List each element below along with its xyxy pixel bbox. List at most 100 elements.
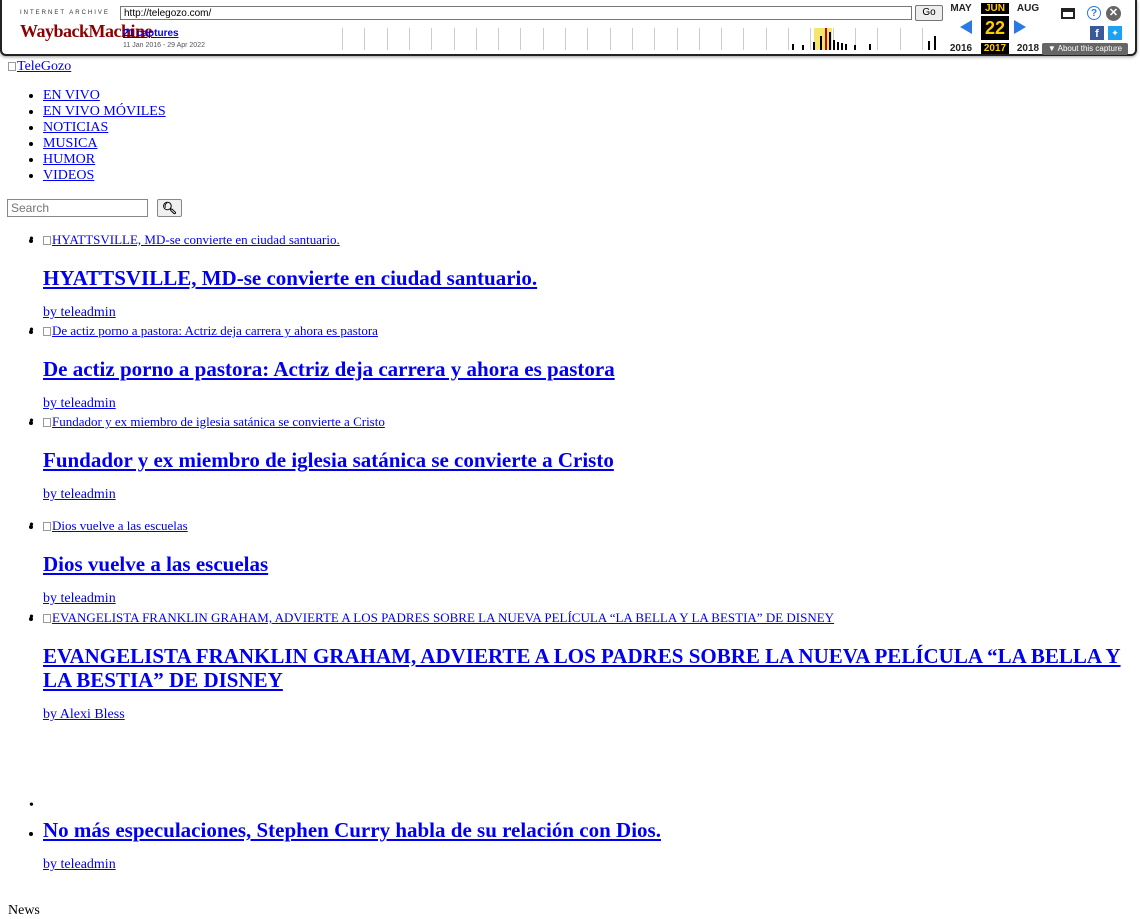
year-current: 2017	[981, 43, 1009, 54]
capture-histogram[interactable]	[342, 28, 945, 50]
post-author-link[interactable]: by teleadmin	[43, 397, 1133, 411]
thumbnail-alt: HYATTSVILLE, MD-se convierte en ciudad s…	[52, 232, 340, 247]
post-title-link[interactable]: EVANGELISTA FRANKLIN GRAHAM, ADVIERTE A …	[43, 644, 1121, 692]
capture-range: 11 Jan 2016 - 29 Apr 2022	[123, 42, 205, 49]
month-prev[interactable]: MAY	[947, 3, 975, 14]
prev-arrow-icon[interactable]	[960, 20, 972, 34]
histogram-year-divider	[520, 28, 522, 50]
year-next[interactable]: 2018	[1014, 43, 1042, 54]
nav-link-musica[interactable]: MUSICA	[43, 136, 97, 151]
post-author-link[interactable]: by teleadmin	[43, 306, 1133, 320]
histogram-capture-bar	[934, 36, 936, 50]
captures-link[interactable]: 21 captures	[123, 28, 179, 39]
magnifier-icon: 🔍︎	[161, 201, 178, 215]
histogram-year-divider	[921, 28, 923, 50]
next-arrow-icon[interactable]	[1014, 20, 1026, 34]
nav-link-videos[interactable]: VIDEOS	[43, 168, 94, 183]
broken-image-icon	[43, 327, 51, 336]
histogram-year-divider	[408, 28, 410, 50]
histogram-capture-bar	[854, 45, 856, 50]
site-logo-link[interactable]: TeleGozo	[17, 59, 71, 74]
internet-archive-label: INTERNET ARCHIVE	[20, 10, 110, 16]
post-thumbnail-link[interactable]: Dios vuelve a las escuelas	[43, 518, 1133, 534]
post-author-link[interactable]: by Alexi Bless	[43, 708, 1133, 722]
histogram-year-divider	[386, 28, 388, 50]
post-author-link[interactable]: by teleadmin	[43, 592, 1133, 606]
histogram-capture-bar	[792, 44, 794, 50]
histogram-year-divider	[609, 28, 611, 50]
histogram-year-divider	[342, 28, 343, 50]
nav-link-en-vivo-moviles[interactable]: EN VIVO MÓVILES	[43, 104, 166, 119]
wayback-url-input[interactable]: http://telegozo.com/	[120, 6, 912, 20]
month-next[interactable]: AUG	[1014, 3, 1042, 14]
post-thumbnail-link[interactable]: EVANGELISTA FRANKLIN GRAHAM, ADVIERTE A …	[43, 610, 1133, 626]
capture-day: 22	[981, 16, 1009, 40]
broken-image-icon	[43, 418, 51, 427]
thumbnail-alt: EVANGELISTA FRANKLIN GRAHAM, ADVIERTE A …	[52, 610, 835, 625]
histogram-year-divider	[475, 28, 477, 50]
nav-link-en-vivo[interactable]: EN VIVO	[43, 88, 100, 103]
help-icon[interactable]: ?	[1087, 6, 1101, 20]
histogram-year-divider	[453, 28, 455, 50]
histogram-year-divider	[721, 28, 723, 50]
histogram-year-divider	[498, 28, 500, 50]
post-title: No más especulaciones, Stephen Curry hab…	[43, 818, 1133, 842]
nav-item: NOTICIAS	[43, 120, 166, 136]
post-thumbnail-link[interactable]: De actiz porno a pastora: Actriz deja ca…	[43, 323, 1133, 339]
search-input[interactable]	[7, 199, 148, 217]
nav-link-humor[interactable]: HUMOR	[43, 152, 95, 167]
post-title: De actiz porno a pastora: Actriz deja ca…	[43, 357, 1133, 381]
nav-item: EN VIVO MÓVILES	[43, 104, 166, 120]
post-author-link[interactable]: by teleadmin	[43, 488, 1133, 502]
post-title: Fundador y ex miembro de iglesia satánic…	[43, 448, 1133, 472]
post-thumbnail-link[interactable]: HYATTSVILLE, MD-se convierte en ciudad s…	[43, 232, 1133, 248]
site-logo[interactable]: TeleGozo	[8, 59, 71, 75]
histogram-year-divider	[698, 28, 700, 50]
histogram-year-divider	[542, 28, 544, 50]
post-thumbnail-link[interactable]: Fundador y ex miembro de iglesia satánic…	[43, 414, 1133, 430]
histogram-capture-bar	[813, 42, 815, 50]
post-title-link[interactable]: Dios vuelve a las escuelas	[43, 552, 268, 576]
close-icon[interactable]: ✕	[1106, 6, 1121, 21]
go-button[interactable]: Go	[915, 5, 943, 21]
histogram-year-divider	[631, 28, 633, 50]
year-prev[interactable]: 2016	[947, 43, 975, 54]
nav-item: EN VIVO	[43, 88, 166, 104]
post-item: De actiz porno a pastora: Actriz deja ca…	[29, 323, 1133, 411]
histogram-capture-bar	[869, 44, 871, 50]
histogram-capture-bar	[833, 40, 835, 50]
post-author-link[interactable]: by teleadmin	[43, 858, 1133, 872]
histogram-capture-bar	[928, 41, 930, 50]
window-icon[interactable]	[1061, 8, 1075, 19]
post-title-link[interactable]: Fundador y ex miembro de iglesia satánic…	[43, 448, 614, 472]
nav-item: HUMOR	[43, 152, 166, 168]
histogram-capture-bar	[845, 44, 847, 50]
broken-image-icon	[43, 236, 51, 245]
histogram-year-divider	[565, 28, 566, 50]
facebook-icon[interactable]: f	[1090, 26, 1104, 40]
thumbnail-alt: De actiz porno a pastora: Actriz deja ca…	[52, 323, 378, 338]
post-title: EVANGELISTA FRANKLIN GRAHAM, ADVIERTE A …	[43, 644, 1133, 692]
post-title-link[interactable]: De actiz porno a pastora: Actriz deja ca…	[43, 357, 615, 381]
post-title-link[interactable]: No más especulaciones, Stephen Curry hab…	[43, 818, 661, 842]
nav-link-noticias[interactable]: NOTICIAS	[43, 120, 108, 135]
histogram-year-divider	[743, 28, 745, 50]
search-button[interactable]: 🔍︎	[157, 199, 182, 217]
histogram-capture-bar	[829, 32, 831, 50]
histogram-capture-bar	[841, 43, 843, 50]
post-item: HYATTSVILLE, MD-se convierte en ciudad s…	[29, 232, 1133, 320]
twitter-icon[interactable]: ✦	[1108, 26, 1122, 40]
histogram-year-divider	[810, 28, 812, 50]
main-nav: EN VIVO EN VIVO MÓVILES NOTICIAS MUSICA …	[0, 88, 166, 184]
section-label-news: News	[8, 903, 40, 918]
thumbnail-alt: Fundador y ex miembro de iglesia satánic…	[52, 414, 385, 429]
search-form: 🔍︎	[7, 199, 182, 217]
post-item: Fundador y ex miembro de iglesia satánic…	[29, 414, 1133, 502]
histogram-year-divider	[877, 28, 879, 50]
nav-item: MUSICA	[43, 136, 166, 152]
histogram-capture-bar	[820, 36, 822, 50]
histogram-year-divider	[899, 28, 901, 50]
about-capture-button[interactable]: ▼ About this capture	[1042, 43, 1128, 55]
thumbnail-alt: Dios vuelve a las escuelas	[52, 518, 188, 533]
post-title-link[interactable]: HYATTSVILLE, MD-se convierte en ciudad s…	[43, 266, 537, 290]
